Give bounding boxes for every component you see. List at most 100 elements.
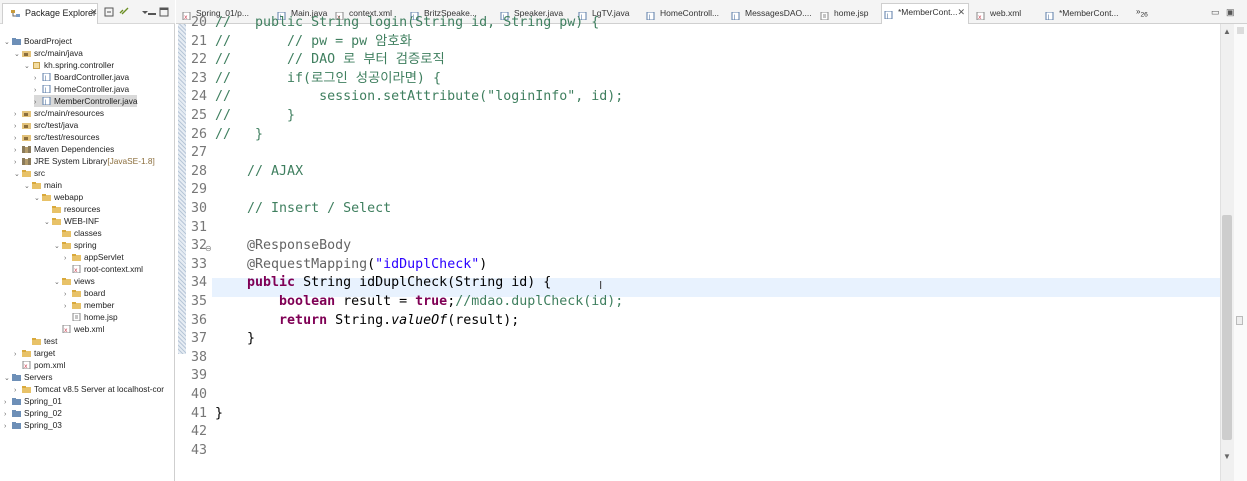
tree-item[interactable]: ⌄ src <box>14 167 45 179</box>
tree-item[interactable]: resources <box>44 203 100 215</box>
tree-item[interactable]: › target <box>14 347 55 359</box>
tree-item[interactable]: test <box>24 335 57 347</box>
tree-item-label: web.xml <box>74 324 105 334</box>
chevron-down-icon[interactable]: ⌄ <box>54 241 62 253</box>
tree-item[interactable]: › Spring_02 <box>4 407 62 419</box>
chevron-down-icon[interactable]: ⌄ <box>34 193 42 205</box>
folder-icon <box>22 384 31 393</box>
overview-marker[interactable] <box>1236 316 1243 325</box>
editor-tab[interactable]: J *MemberCont... <box>1043 5 1127 24</box>
tree-item[interactable]: › src/main/resources <box>14 107 104 119</box>
code-line[interactable]: @ResponseBody <box>215 237 351 256</box>
tree-item[interactable]: x pom.xml <box>14 359 65 371</box>
tree-item[interactable]: › Spring_03 <box>4 419 62 431</box>
chevron-down-icon[interactable]: ⌄ <box>44 217 52 229</box>
tree-item-label: src/main/resources <box>34 108 105 118</box>
tree-item[interactable]: ⌄ webapp <box>34 191 83 203</box>
code-line[interactable]: // session.setAttribute("loginInfo", id)… <box>215 88 623 107</box>
more-tabs-indicator[interactable]: »26 <box>1136 7 1148 19</box>
code-line[interactable]: boolean result = true;//mdao.duplCheck(i… <box>215 293 623 312</box>
editor-tab[interactable]: J HomeControll... <box>644 5 724 24</box>
tree-item[interactable]: ⌄ kh.spring.controller <box>24 59 114 71</box>
fold-toggle-icon[interactable]: ⊖ <box>205 244 212 253</box>
code-line[interactable]: // public String login(String id, String… <box>215 14 599 33</box>
tree-item[interactable]: x web.xml <box>54 323 104 335</box>
tree-item[interactable]: ⌄ src/main/java <box>14 47 83 59</box>
scroll-down-icon[interactable]: ▼ <box>1223 452 1231 461</box>
scroll-up-icon[interactable]: ▲ <box>1223 27 1231 36</box>
code-line[interactable]: } <box>215 330 255 349</box>
svg-text:J: J <box>886 13 889 19</box>
chevron-down-icon[interactable]: ⌄ <box>14 49 22 61</box>
editor-tab[interactable]: home.jsp <box>818 5 876 24</box>
tree-item[interactable]: x root-context.xml <box>64 263 143 275</box>
scrollbar-thumb[interactable] <box>1222 215 1232 440</box>
close-icon[interactable]: ✕ <box>957 4 965 21</box>
minimize-icon[interactable]: ▭ <box>1211 7 1220 18</box>
editor-tab[interactable]: x web.xml <box>974 5 1038 24</box>
package-icon <box>32 60 41 69</box>
line-number: 39 <box>190 368 207 384</box>
chevron-right-icon[interactable]: › <box>4 421 12 433</box>
close-icon[interactable]: ✕ <box>90 7 98 18</box>
tree-item[interactable]: ⌄ spring <box>54 239 97 251</box>
collapse-all-icon[interactable] <box>104 7 114 17</box>
tree-item[interactable]: ⌄ views <box>54 275 95 287</box>
tree-item[interactable]: classes <box>54 227 102 239</box>
line-number: 35 <box>190 294 207 309</box>
tree-item[interactable]: › Spring_01 <box>4 395 62 407</box>
tree-item[interactable]: ⌄ WEB-INF <box>44 215 99 227</box>
tree-item[interactable]: › J MemberController.java <box>34 95 138 107</box>
package-explorer-tabbar: Package Explorer ✕ <box>0 0 175 24</box>
tree-item[interactable]: ⌄ Servers <box>4 371 53 383</box>
maximize-icon[interactable] <box>159 7 169 17</box>
editor-tab[interactable]: J *MemberCont... ✕ <box>881 3 969 24</box>
line-number: 34 <box>190 275 207 291</box>
tree-item[interactable]: › src/test/resources <box>14 131 99 143</box>
tree-item[interactable]: › src/test/java <box>14 119 78 131</box>
svg-text:J: J <box>1047 14 1050 20</box>
code-line[interactable]: // Insert / Select <box>215 200 391 219</box>
xml-icon: x <box>62 324 71 334</box>
code-line[interactable]: // // DAO 로 부터 검증로직 <box>215 51 445 70</box>
chevron-down-icon[interactable]: ⌄ <box>4 37 12 49</box>
tree-item[interactable]: ⌄ BoardProject <box>4 35 72 47</box>
line-number: 21 <box>190 33 207 49</box>
tree-item[interactable]: › JRE System Library[JavaSE-1.8] <box>14 155 155 167</box>
srcfolder-icon <box>22 48 31 57</box>
tree-item[interactable]: › member <box>64 299 114 311</box>
chevron-down-icon[interactable]: ⌄ <box>4 373 12 385</box>
code-line[interactable]: public String idDuplCheck(String id) { <box>215 274 551 293</box>
maximize-icon[interactable]: ▣ <box>1226 7 1235 18</box>
srcfolder-icon <box>22 108 31 117</box>
chevron-down-icon[interactable]: ⌄ <box>24 181 32 193</box>
tree-item[interactable]: › J BoardController.java <box>34 71 129 83</box>
package-explorer-tab[interactable]: Package Explorer ✕ <box>2 3 98 24</box>
tree-item[interactable]: › Tomcat v8.5 Server at localhost-cor <box>14 383 164 395</box>
folder-icon <box>62 240 71 249</box>
link-with-editor-icon[interactable] <box>119 7 129 17</box>
tree-item[interactable]: › appServlet <box>64 251 124 263</box>
code-line[interactable]: return String.valueOf(result); <box>215 312 519 331</box>
code-line[interactable]: // if(로그인 성공이라면) { <box>215 70 441 89</box>
code-line[interactable]: } <box>215 405 223 424</box>
chevron-down-icon[interactable]: ⌄ <box>14 169 22 181</box>
tree-item[interactable]: › J HomeController.java <box>34 83 129 95</box>
tree-item[interactable]: ⌄ main <box>24 179 62 191</box>
editor-tab-label: MessagesDAO.... <box>745 8 812 18</box>
editor-tab[interactable]: J MessagesDAO.... <box>729 5 813 24</box>
tree-item[interactable]: home.jsp <box>64 311 118 323</box>
chevron-down-icon[interactable]: ⌄ <box>24 61 32 73</box>
line-number: 29 <box>190 182 207 198</box>
code-line[interactable]: @RequestMapping("idDuplCheck") <box>215 256 487 275</box>
code-line[interactable]: // AJAX <box>215 163 303 182</box>
tree-item[interactable]: › board <box>64 287 105 299</box>
folder-icon <box>22 168 31 177</box>
code-line[interactable]: // } <box>215 126 263 145</box>
minimize-icon[interactable] <box>147 7 157 17</box>
chevron-down-icon[interactable]: ⌄ <box>54 277 62 289</box>
code-line[interactable]: // // pw = pw 암호화 <box>215 33 412 52</box>
folder-icon <box>52 204 61 213</box>
tree-item[interactable]: › Maven Dependencies <box>14 143 114 155</box>
code-line[interactable]: // } <box>215 107 295 126</box>
